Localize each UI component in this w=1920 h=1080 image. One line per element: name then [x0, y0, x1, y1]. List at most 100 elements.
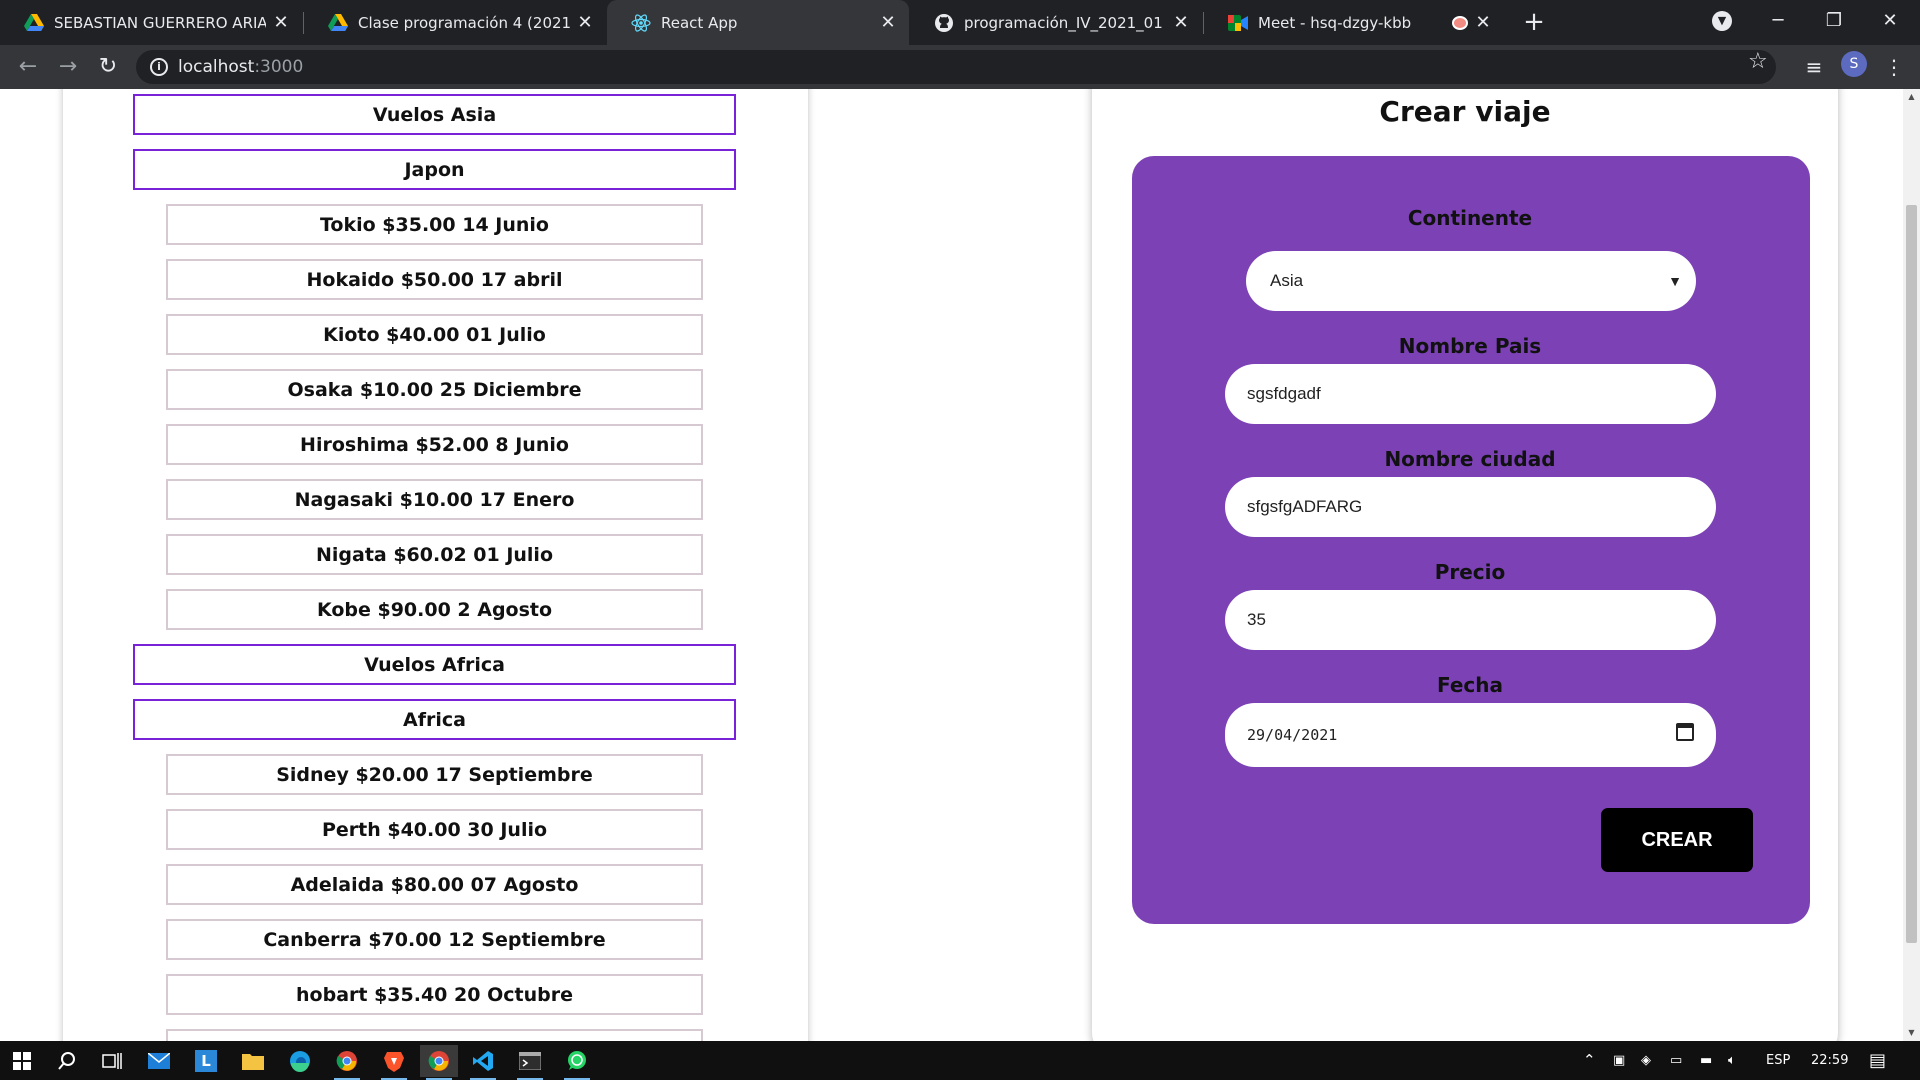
tab-title: SEBASTIAN GUERRERO ARIAS - C [54, 13, 266, 32]
edge-icon[interactable] [284, 1045, 316, 1077]
flight-item[interactable]: Canberra $70.00 12 Septiembre [166, 919, 703, 960]
mail-icon[interactable] [143, 1045, 175, 1077]
country-label: Nombre Pais [1398, 334, 1542, 358]
tab-react-app[interactable]: React App ✕ [607, 0, 909, 45]
country-name-input[interactable]: sgsfdgadf [1225, 364, 1716, 424]
github-icon [934, 13, 954, 33]
page-viewport: Vuelos Asia Japon Tokio $35.00 14 Junio … [0, 89, 1920, 1041]
close-icon[interactable]: ✕ [576, 12, 594, 33]
search-icon[interactable] [51, 1045, 83, 1077]
browser-toolbar: ← → ↻ i localhost:3000 ☆ ≡ ⋮ [0, 45, 1920, 89]
chevron-down-icon: ▼ [1712, 11, 1732, 31]
tab-title: React App [661, 13, 738, 32]
flight-item[interactable]: Darwin $72.50 16 Noviembre [166, 1029, 703, 1041]
tray-device-icon[interactable]: ▣ [1613, 1041, 1625, 1080]
media-control-icon[interactable]: ≡ [1798, 51, 1830, 83]
info-icon[interactable]: i [150, 58, 168, 76]
file-explorer-icon[interactable] [237, 1045, 269, 1077]
continent-value: Asia [1270, 271, 1304, 290]
tab-github[interactable]: programación_IV_2021_01 / TOD ✕ [910, 0, 1202, 45]
bookmark-star-icon[interactable]: ☆ [1748, 50, 1768, 74]
flight-item[interactable]: Sidney $20.00 17 Septiembre [166, 754, 703, 795]
task-view-icon[interactable] [96, 1045, 128, 1077]
flight-item[interactable]: Kobe $90.00 2 Agosto [166, 589, 703, 630]
close-icon[interactable]: ✕ [1172, 12, 1190, 33]
chevron-down-icon: ▼ [1668, 273, 1682, 289]
continent-select[interactable]: Asia ▼ [1246, 251, 1696, 311]
forward-button[interactable]: → [52, 51, 84, 83]
battery-icon[interactable]: ▬ [1700, 1041, 1712, 1080]
flight-item[interactable]: Nigata $60.02 01 Julio [166, 534, 703, 575]
google-drive-icon [328, 13, 348, 33]
create-button[interactable]: CREAR [1601, 808, 1753, 872]
notification-icon[interactable]: ▤ [1869, 1041, 1886, 1080]
app-l-icon[interactable]: L [190, 1045, 222, 1077]
google-meet-icon [1228, 13, 1248, 33]
whatsapp-icon[interactable] [561, 1045, 593, 1080]
recording-icon [1452, 15, 1468, 30]
city-name-input[interactable]: sfgsfgADFARG [1225, 477, 1716, 537]
taskbar: L ⌃ ▣ ◈ ▭ ▬ 🔈︎ ESP 22:59 ▤ [0, 1041, 1920, 1080]
country-header[interactable]: Africa [133, 699, 736, 740]
url-text: localhost:3000 [178, 57, 304, 77]
tab-strip: SEBASTIAN GUERRERO ARIAS - C ✕ Clase pro… [0, 0, 1920, 45]
brave-icon[interactable] [378, 1045, 410, 1080]
vscode-icon[interactable] [467, 1045, 499, 1080]
scroll-down-arrow-icon[interactable]: ▼ [1903, 1025, 1920, 1041]
tab-title: programación_IV_2021_01 / TOD [964, 13, 1166, 32]
back-button[interactable]: ← [12, 51, 44, 83]
date-input[interactable]: 29/04/2021 [1225, 703, 1716, 767]
tab-title: Meet - hsq-dzgy-kbb [1258, 13, 1412, 32]
page-title: Crear viaje [1379, 95, 1551, 128]
continent-header[interactable]: Vuelos Asia [133, 94, 736, 135]
date-label: Fecha [1436, 673, 1503, 697]
tab-meet[interactable]: Meet - hsq-dzgy-kbb ✕ [1204, 0, 1504, 45]
react-icon [631, 13, 651, 33]
close-icon[interactable]: ✕ [1474, 12, 1492, 33]
country-header[interactable]: Japon [133, 149, 736, 190]
restore-button[interactable]: ❐ [1806, 0, 1862, 42]
flight-item[interactable]: Perth $40.00 30 Julio [166, 809, 703, 850]
flight-item[interactable]: hobart $35.40 20 Octubre [166, 974, 703, 1015]
price-label: Precio [1434, 560, 1506, 584]
flight-item[interactable]: Osaka $10.00 25 Diciembre [166, 369, 703, 410]
terminal-icon[interactable] [514, 1045, 546, 1080]
flight-item[interactable]: Kioto $40.00 01 Julio [166, 314, 703, 355]
scrollbar-thumb[interactable] [1906, 205, 1917, 943]
scroll-up-arrow-icon[interactable]: ▲ [1903, 89, 1920, 105]
new-tab-button[interactable]: + [1518, 6, 1550, 38]
clock[interactable]: 22:59 [1811, 1041, 1848, 1080]
chrome-active-icon[interactable] [420, 1045, 458, 1080]
page-scrollbar[interactable]: ▲ ▼ [1903, 89, 1920, 1041]
tab-title: Clase programación 4 (2021-04-2 [358, 13, 570, 32]
menu-icon[interactable]: ⋮ [1880, 51, 1908, 83]
minimize-button[interactable]: ─ [1750, 0, 1806, 42]
flight-item[interactable]: Nagasaki $10.00 17 Enero [166, 479, 703, 520]
continent-label: Continente [1407, 206, 1533, 230]
network-icon[interactable]: ▭ [1670, 1041, 1682, 1080]
price-input[interactable]: 35 [1225, 590, 1716, 650]
reload-button[interactable]: ↻ [92, 51, 124, 83]
continent-header[interactable]: Vuelos Africa [133, 644, 736, 685]
windows-start-icon[interactable] [6, 1045, 38, 1077]
flight-item[interactable]: Hokaido $50.00 17 abril [166, 259, 703, 300]
address-bar[interactable]: i localhost:3000 [136, 50, 1776, 84]
volume-icon[interactable]: 🔈︎ [1728, 1041, 1736, 1080]
avatar[interactable]: S [1841, 51, 1867, 77]
flight-item[interactable]: Adelaida $80.00 07 Agosto [166, 864, 703, 905]
flight-item[interactable]: Tokio $35.00 14 Junio [166, 204, 703, 245]
close-window-button[interactable]: ✕ [1862, 0, 1918, 42]
tray-chevron-up-icon[interactable]: ⌃ [1583, 1041, 1596, 1080]
date-value: 29/04/2021 [1247, 726, 1338, 744]
tab-search-button[interactable]: ▼ [1694, 0, 1750, 42]
close-icon[interactable]: ✕ [272, 12, 290, 33]
tab-clase[interactable]: Clase programación 4 (2021-04-2 ✕ [304, 0, 606, 45]
calendar-icon[interactable] [1676, 723, 1694, 741]
chrome-icon[interactable] [331, 1045, 363, 1080]
flight-item[interactable]: Hiroshima $52.00 8 Junio [166, 424, 703, 465]
language-indicator[interactable]: ESP [1766, 1041, 1790, 1080]
close-icon[interactable]: ✕ [879, 12, 897, 33]
tab-sebastian[interactable]: SEBASTIAN GUERRERO ARIAS - C ✕ [0, 0, 302, 45]
tray-security-icon[interactable]: ◈ [1641, 1041, 1651, 1080]
city-label: Nombre ciudad [1384, 447, 1556, 471]
